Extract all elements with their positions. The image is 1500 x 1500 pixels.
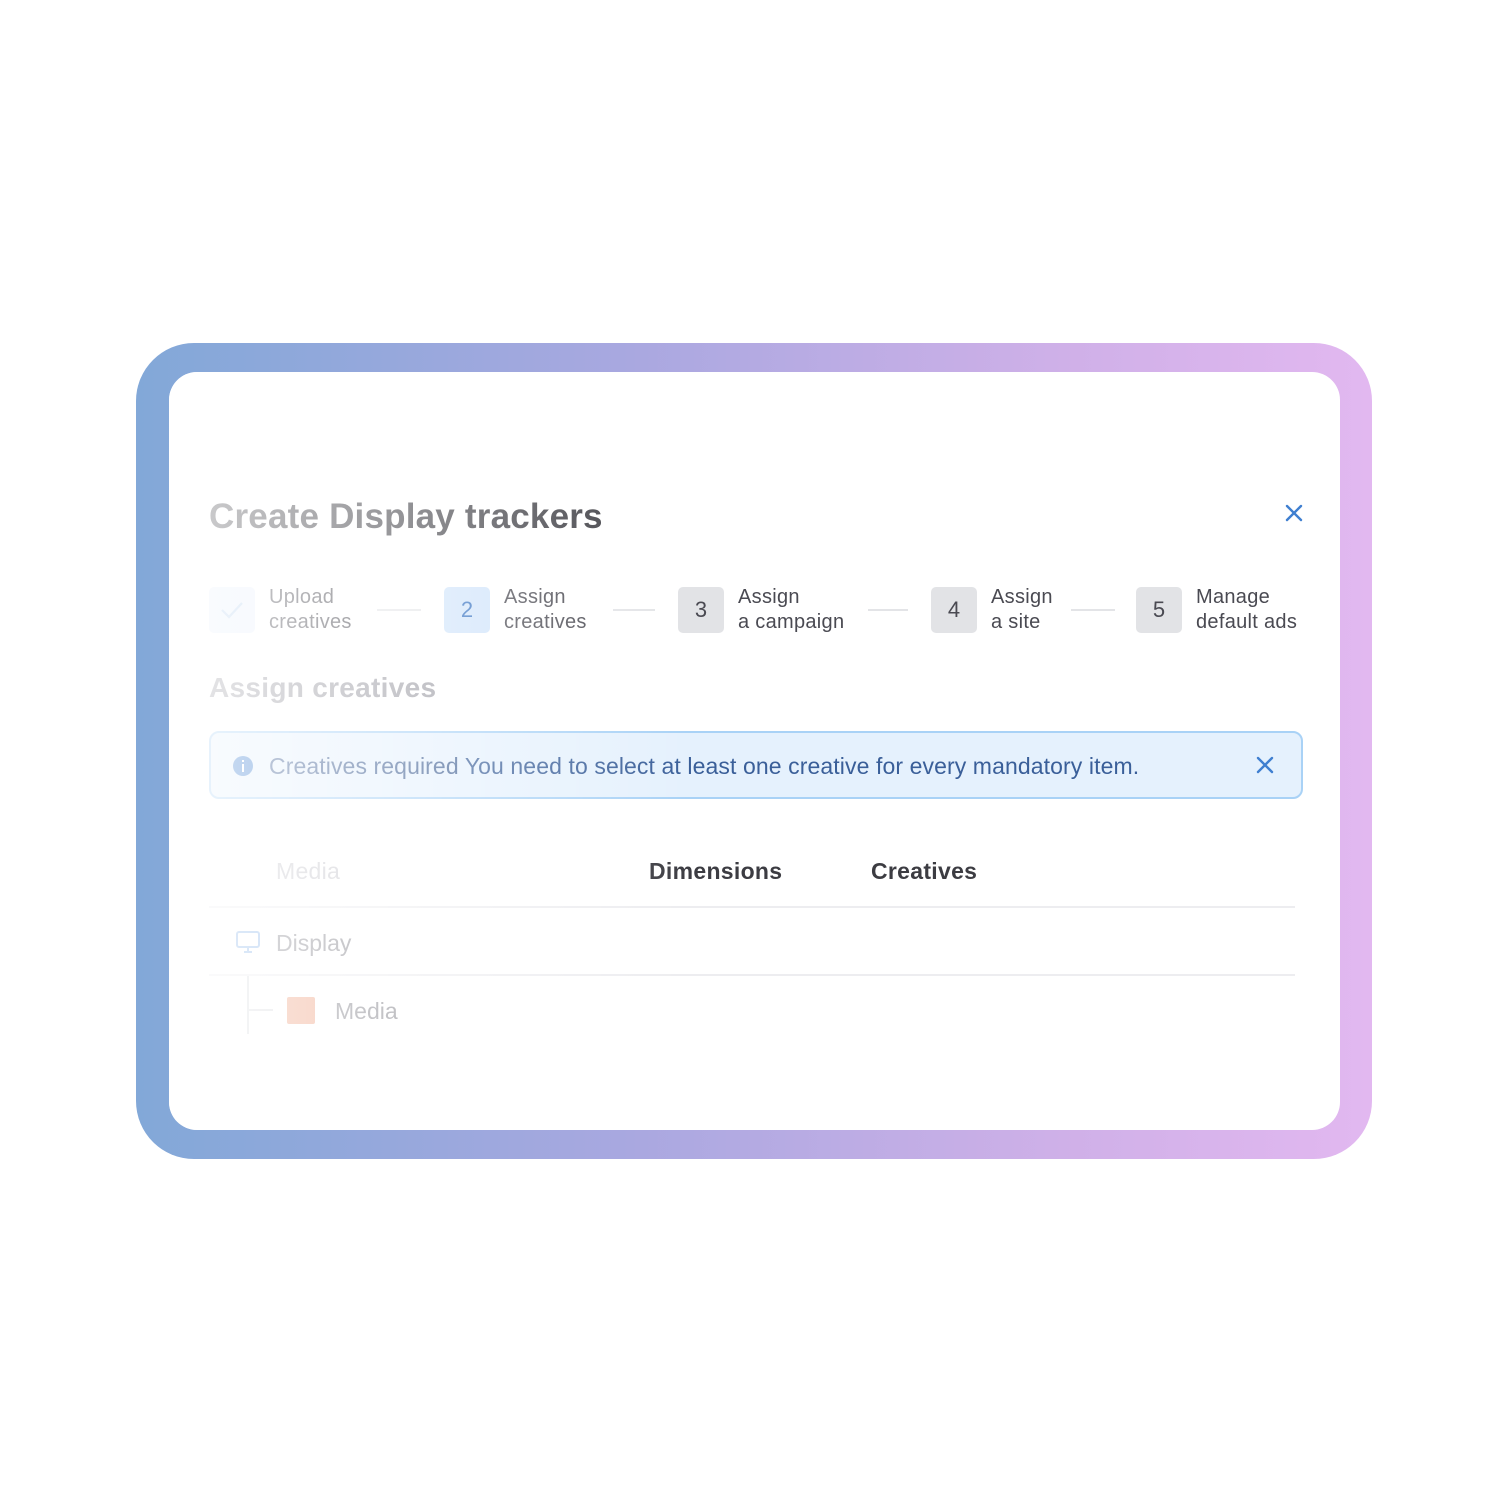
step-label-line1: Assign <box>504 586 566 608</box>
alert-title: Creatives required <box>269 753 459 779</box>
table-row-display[interactable]: Display <box>209 908 1295 976</box>
step-label: Upload creatives <box>269 585 352 635</box>
close-icon <box>1256 756 1274 774</box>
step-label-line1: Assign <box>738 586 800 608</box>
step-label-line2: a campaign <box>738 611 845 633</box>
tree-line <box>249 1009 273 1011</box>
close-dialog-button[interactable] <box>1281 500 1307 526</box>
column-header-creatives[interactable]: Creatives <box>871 858 977 885</box>
alert-message: You need to select at least one creative… <box>464 753 1140 779</box>
row-label: Display <box>276 930 352 956</box>
column-header-dimensions[interactable]: Dimensions <box>649 858 782 885</box>
step-manage-default-ads[interactable]: 5 Manage default ads <box>1136 585 1297 635</box>
stepper: Upload creatives 2 Assign creatives 3 As… <box>209 585 1309 635</box>
info-icon <box>233 756 253 776</box>
step-label-line2: creatives <box>504 611 587 633</box>
row-label: Media <box>335 998 398 1024</box>
tree-line <box>247 976 249 1034</box>
step-label: Assign creatives <box>504 585 587 635</box>
step-label-line2: creatives <box>269 611 352 633</box>
step-assign-creatives[interactable]: 2 Assign creatives <box>444 585 587 635</box>
step-upload-creatives[interactable]: Upload creatives <box>209 585 352 635</box>
step-badge: 4 <box>931 587 977 633</box>
step-label-line2: default ads <box>1196 611 1298 633</box>
step-assign-campaign[interactable]: 3 Assign a campaign <box>678 585 844 635</box>
dialog-title: Create Display trackers <box>209 497 603 536</box>
step-badge: 2 <box>444 587 490 633</box>
column-header-media[interactable]: Media <box>276 858 340 885</box>
alert-text: Creatives required You need to select at… <box>269 753 1139 780</box>
dismiss-alert-button[interactable] <box>1253 753 1277 777</box>
media-table: Media Dimensions Creatives Display Media <box>209 842 1295 1044</box>
dialog: Create Display trackers Upload creatives… <box>169 372 1340 1130</box>
step-label-line1: Upload <box>269 586 335 608</box>
step-label-line2: a site <box>991 611 1041 633</box>
close-icon <box>1285 504 1303 522</box>
section-title: Assign creatives <box>209 672 437 703</box>
step-badge: 5 <box>1136 587 1182 633</box>
step-connector <box>868 609 908 611</box>
step-label: Manage default ads <box>1196 585 1297 635</box>
step-connector <box>1071 609 1115 611</box>
step-label: Assign a site <box>991 585 1053 635</box>
step-badge <box>209 587 255 633</box>
table-header-row: Media Dimensions Creatives <box>209 842 1295 908</box>
checkmark-icon <box>221 602 243 619</box>
step-label-line1: Manage <box>1196 586 1271 608</box>
step-connector <box>613 609 655 611</box>
step-label-line1: Assign <box>991 586 1053 608</box>
step-connector <box>377 609 421 611</box>
step-assign-site[interactable]: 4 Assign a site <box>931 585 1053 635</box>
table-row-media[interactable]: Media <box>209 976 1295 1044</box>
monitor-icon <box>236 931 260 953</box>
step-badge: 3 <box>678 587 724 633</box>
step-label: Assign a campaign <box>738 585 844 635</box>
info-alert: Creatives required You need to select at… <box>209 731 1303 799</box>
media-color-swatch <box>287 997 315 1024</box>
